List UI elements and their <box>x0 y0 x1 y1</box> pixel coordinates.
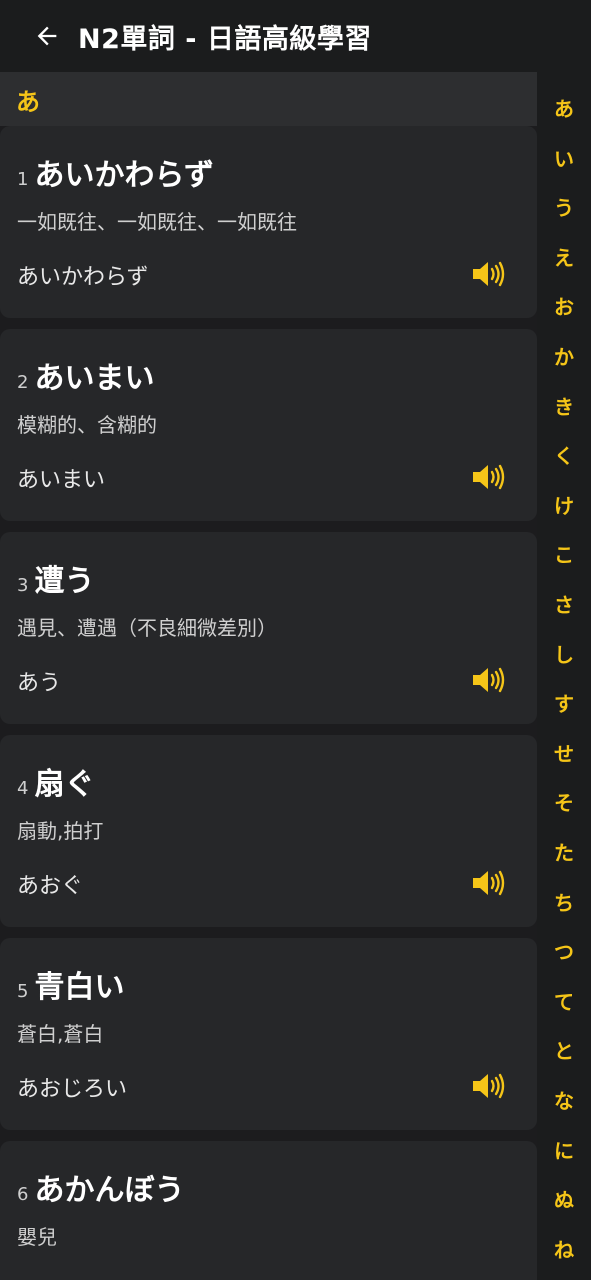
kana-index-item[interactable]: て <box>537 987 591 1017</box>
word-card[interactable]: 2 あいまい 模糊的、含糊的 あいまい <box>0 329 537 521</box>
word-card-head: 6 あかんぼう <box>17 1165 184 1209</box>
kana-index-item[interactable]: ち <box>537 888 591 918</box>
word-reading: あう <box>17 671 62 696</box>
speaker-icon[interactable] <box>471 1072 505 1100</box>
word-meaning: 遇見、遭遇（不良細微差別） <box>17 616 277 640</box>
word-meaning: 一如既往、一如既往、一如既往 <box>17 210 297 234</box>
word-kanji: 扇ぐ <box>34 767 95 802</box>
kana-index-item[interactable]: そ <box>537 788 591 818</box>
word-index: 6 <box>17 1184 29 1205</box>
word-index: 1 <box>17 169 29 190</box>
word-card-head: 4 扇ぐ <box>17 759 94 803</box>
kana-index-item[interactable]: う <box>537 193 591 223</box>
kana-index-item[interactable]: つ <box>537 937 591 967</box>
word-index: 5 <box>17 981 29 1002</box>
speaker-icon[interactable] <box>471 869 505 897</box>
kana-index-item[interactable]: い <box>537 144 591 174</box>
kana-index-item[interactable]: な <box>537 1086 591 1116</box>
section-header: あ <box>0 72 537 126</box>
word-reading: あいかわらず <box>17 265 149 290</box>
word-card-head: 2 あいまい <box>17 353 154 397</box>
word-list[interactable]: あ 1 あいかわらず 一如既往、一如既往、一如既往 あいかわらず 2 あいまい 模糊的、含糊… <box>0 72 537 1280</box>
kana-index-item[interactable]: ぬ <box>537 1185 591 1215</box>
word-card[interactable]: 1 あいかわらず 一如既往、一如既往、一如既往 あいかわらず <box>0 126 537 318</box>
word-reading: あおじろい <box>17 1077 128 1102</box>
word-kanji: 青白い <box>34 970 125 1005</box>
back-button[interactable] <box>22 11 72 61</box>
kana-index-item[interactable]: け <box>537 491 591 521</box>
arrow-left-icon <box>37 26 57 46</box>
word-cards: 1 あいかわらず 一如既往、一如既往、一如既往 あいかわらず 2 あいまい 模糊的、含糊的あ… <box>0 126 537 1280</box>
kana-index-item[interactable]: お <box>537 292 591 322</box>
kana-index-item[interactable]: さ <box>537 590 591 620</box>
app-screen: N2單詞 - 日語高級學習 あ 1 あいかわらず 一如既往、一如既往、一如既往 あいか… <box>0 0 591 1280</box>
word-card-head: 1 あいかわらず <box>17 150 214 194</box>
word-card-head: 5 青白い <box>17 962 124 1006</box>
word-kanji: あかんぼう <box>34 1173 185 1208</box>
kana-index-item[interactable]: か <box>537 342 591 372</box>
page-title: N2單詞 - 日語高級學習 <box>78 23 372 55</box>
word-card[interactable]: 4 扇ぐ扇動,拍打あおぐ <box>0 735 537 927</box>
word-card-head: 3 遭う <box>17 556 94 600</box>
word-index: 4 <box>17 778 29 799</box>
speaker-icon[interactable] <box>471 260 505 288</box>
word-meaning: 扇動,拍打 <box>17 819 104 843</box>
kana-index-item[interactable]: あ <box>537 94 591 124</box>
kana-index-item[interactable]: す <box>537 689 591 719</box>
speaker-icon[interactable] <box>471 463 505 491</box>
kana-index-item[interactable]: ね <box>537 1235 591 1265</box>
speaker-icon[interactable] <box>471 666 505 694</box>
word-card[interactable]: 3 遭う遇見、遭遇（不良細微差別） あう <box>0 532 537 724</box>
kana-index-item[interactable]: え <box>537 243 591 273</box>
kana-index-bar[interactable]: あいうえおかきくけこさしすせそたちつてとなにぬね <box>537 72 591 1280</box>
word-card[interactable]: 6 あかんぼう嬰兒 <box>0 1141 537 1280</box>
kana-index-item[interactable]: き <box>537 392 591 422</box>
word-meaning: 嬰兒 <box>17 1225 57 1249</box>
kana-index-item[interactable]: た <box>537 838 591 868</box>
word-index: 3 <box>17 575 29 596</box>
kana-index-item[interactable]: し <box>537 640 591 670</box>
word-card[interactable]: 5 青白い蒼白,蒼白あおじろい <box>0 938 537 1130</box>
word-meaning: 蒼白,蒼白 <box>17 1022 104 1046</box>
word-kanji: 遭う <box>34 564 95 599</box>
kana-index-item[interactable]: に <box>537 1136 591 1166</box>
kana-index-item[interactable]: と <box>537 1036 591 1066</box>
word-index: 2 <box>17 372 29 393</box>
word-reading: あいまい <box>17 468 106 493</box>
kana-index-item[interactable]: く <box>537 441 591 471</box>
kana-index-item[interactable]: こ <box>537 540 591 570</box>
top-app-bar: N2單詞 - 日語高級學習 <box>0 0 591 72</box>
word-reading: あおぐ <box>17 874 84 899</box>
word-kanji: あいまい <box>34 361 155 396</box>
word-kanji: あいかわらず <box>34 158 214 193</box>
kana-index-item[interactable]: せ <box>537 739 591 769</box>
word-meaning: 模糊的、含糊的 <box>17 413 157 437</box>
